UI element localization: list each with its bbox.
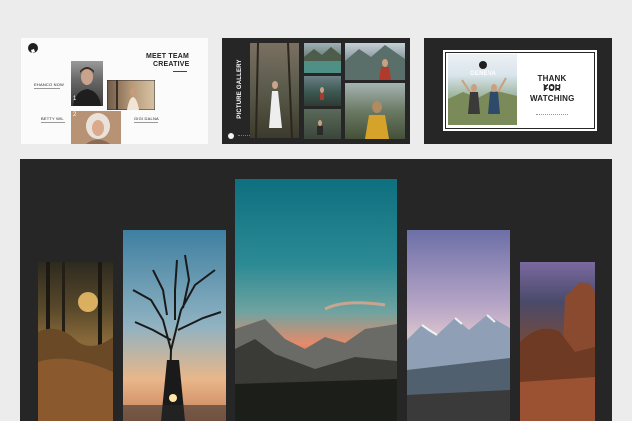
showcase-photo-forest — [38, 262, 113, 421]
thanks-dots — [536, 114, 568, 116]
member3-rule — [134, 122, 158, 123]
gallery-photo-person-valley — [304, 76, 341, 106]
team-title-line1: MEET TEAM — [146, 53, 190, 60]
gallery-photo-mountain-red-jacket — [345, 43, 405, 80]
logo-icon — [28, 43, 38, 53]
showcase-photo-snowy-mountains — [407, 230, 510, 421]
gallery-slide: PICTURE GALLERY — [222, 38, 410, 144]
showcase-photo-mountains-center — [235, 179, 397, 421]
team-title-line2: CREATIVE — [153, 61, 190, 68]
gallery-photo-woman-forest — [250, 43, 299, 138]
member2-photo — [71, 111, 121, 144]
gallery-title: PICTURE GALLERY — [237, 59, 243, 119]
thanks-line2: FOR — [543, 84, 561, 93]
gallery-photo-hiker — [304, 109, 341, 139]
thanks-slide: GENEVA THANK YOU FOR WATCHING — [424, 38, 612, 144]
member3-name: GIGI DALNA — [134, 116, 159, 121]
member1-rule — [34, 88, 60, 89]
member1-name: EHANCO NOW — [34, 82, 64, 87]
gallery-photo-lake — [304, 43, 341, 73]
gallery-logo-icon — [228, 133, 234, 139]
member2-number: 2 — [73, 112, 77, 118]
showcase-photo-tree — [123, 230, 226, 421]
gallery-photo-yellow-jacket — [345, 83, 405, 139]
thanks-brand: GENEVA — [470, 71, 497, 77]
thanks-logo-icon — [479, 61, 487, 69]
title-underline — [173, 71, 187, 72]
member2-rule — [41, 122, 65, 123]
member2-name: BETTY WIL — [41, 116, 64, 121]
showcase-photo-canyon — [520, 262, 595, 421]
showcase-panel — [20, 159, 612, 421]
team-slide: MEET TEAM CREATIVE EHANCO NOW 1 BETTY WI… — [21, 38, 208, 144]
thanks-line3: WATCHING — [530, 94, 575, 103]
member-extra-photo — [107, 80, 155, 110]
member1-number: 1 — [73, 96, 77, 102]
